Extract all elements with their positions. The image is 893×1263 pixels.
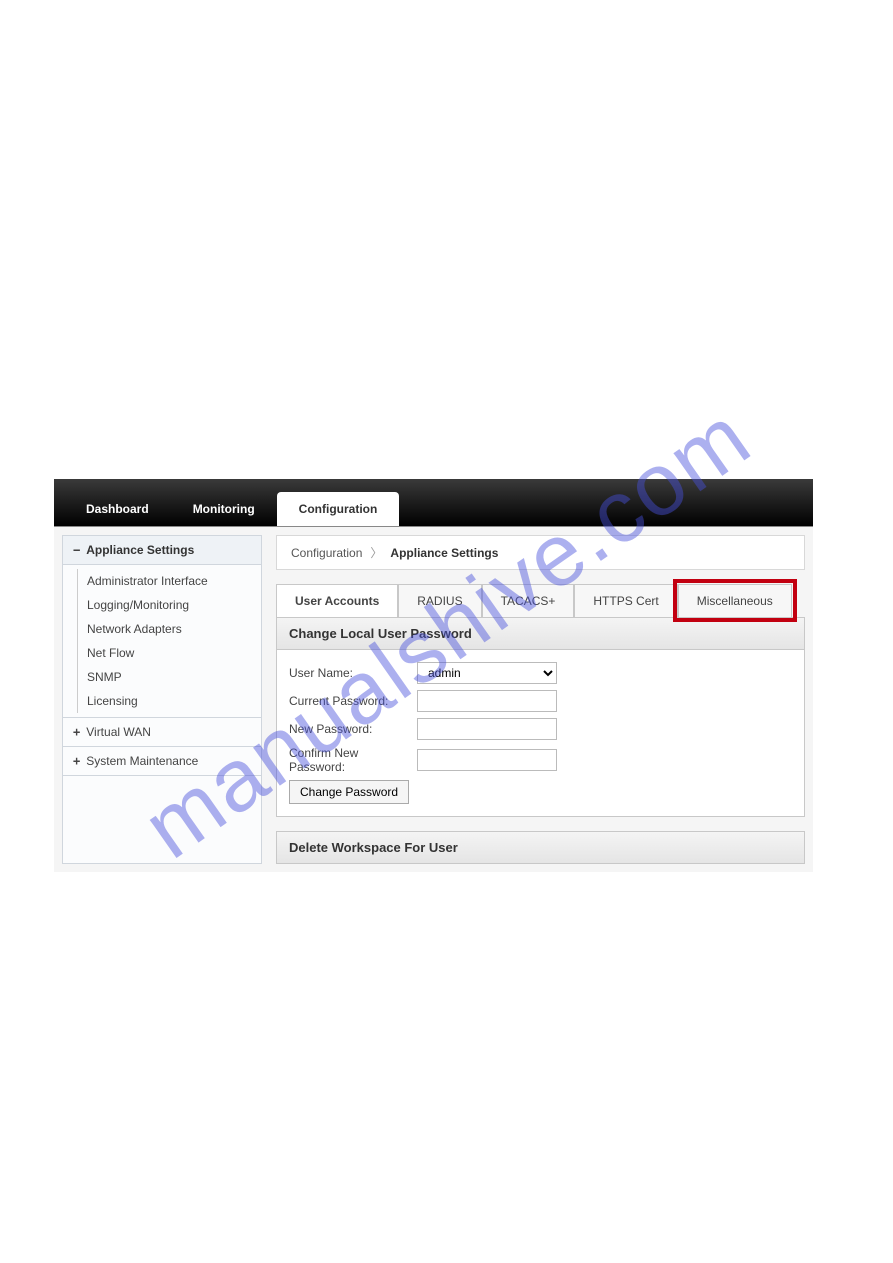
sidebar-item-network-adapters[interactable]: Network Adapters — [63, 617, 261, 641]
main-panel: Configuration 〉 Appliance Settings User … — [276, 535, 805, 864]
nav-configuration[interactable]: Configuration — [277, 492, 400, 526]
tab-radius[interactable]: RADIUS — [398, 584, 481, 617]
current-password-label: Current Password: — [289, 694, 409, 708]
username-select[interactable]: admin — [417, 662, 557, 684]
section-delete-workspace: Delete Workspace For User — [276, 831, 805, 864]
sidebar-item-label: System Maintenance — [86, 754, 198, 768]
plus-icon: + — [73, 725, 80, 739]
sidebar: − Appliance Settings Administrator Inter… — [62, 535, 262, 864]
sidebar-section-appliance-settings[interactable]: − Appliance Settings — [63, 536, 261, 565]
sidebar-item-virtual-wan[interactable]: + Virtual WAN — [63, 718, 261, 747]
sidebar-item-snmp[interactable]: SNMP — [63, 665, 261, 689]
chevron-right-icon: 〉 — [370, 544, 382, 561]
app-window: Dashboard Monitoring Configuration − App… — [54, 479, 813, 872]
breadcrumb-current: Appliance Settings — [390, 546, 498, 560]
tab-row: User Accounts RADIUS TACACS+ HTTPS Cert … — [276, 584, 805, 618]
new-password-input[interactable] — [417, 718, 557, 740]
tab-tacacs[interactable]: TACACS+ — [482, 584, 575, 617]
confirm-password-input[interactable] — [417, 749, 557, 771]
breadcrumb: Configuration 〉 Appliance Settings — [276, 535, 805, 570]
nav-monitoring[interactable]: Monitoring — [171, 492, 277, 526]
confirm-password-label: Confirm New Password: — [289, 746, 409, 774]
sidebar-item-system-maintenance[interactable]: + System Maintenance — [63, 747, 261, 776]
sidebar-sublist: Administrator Interface Logging/Monitori… — [63, 565, 261, 718]
change-password-form: User Name: admin Current Password: New P… — [276, 650, 805, 817]
breadcrumb-root[interactable]: Configuration — [291, 546, 362, 560]
username-label: User Name: — [289, 666, 409, 680]
plus-icon: + — [73, 754, 80, 768]
top-nav: Dashboard Monitoring Configuration — [54, 479, 813, 527]
current-password-input[interactable] — [417, 690, 557, 712]
new-password-label: New Password: — [289, 722, 409, 736]
tab-https-cert[interactable]: HTTPS Cert — [574, 584, 677, 617]
section-change-password: Change Local User Password — [276, 618, 805, 650]
sidebar-item-logging[interactable]: Logging/Monitoring — [63, 593, 261, 617]
tab-miscellaneous[interactable]: Miscellaneous — [678, 584, 792, 617]
sidebar-section-label: Appliance Settings — [86, 543, 194, 557]
sidebar-item-net-flow[interactable]: Net Flow — [63, 641, 261, 665]
minus-icon: − — [73, 543, 80, 557]
tab-user-accounts[interactable]: User Accounts — [276, 584, 398, 617]
sidebar-item-admin-interface[interactable]: Administrator Interface — [63, 569, 261, 593]
sidebar-item-label: Virtual WAN — [86, 725, 151, 739]
sidebar-item-licensing[interactable]: Licensing — [63, 689, 261, 713]
change-password-button[interactable]: Change Password — [289, 780, 409, 804]
nav-dashboard[interactable]: Dashboard — [64, 492, 171, 526]
